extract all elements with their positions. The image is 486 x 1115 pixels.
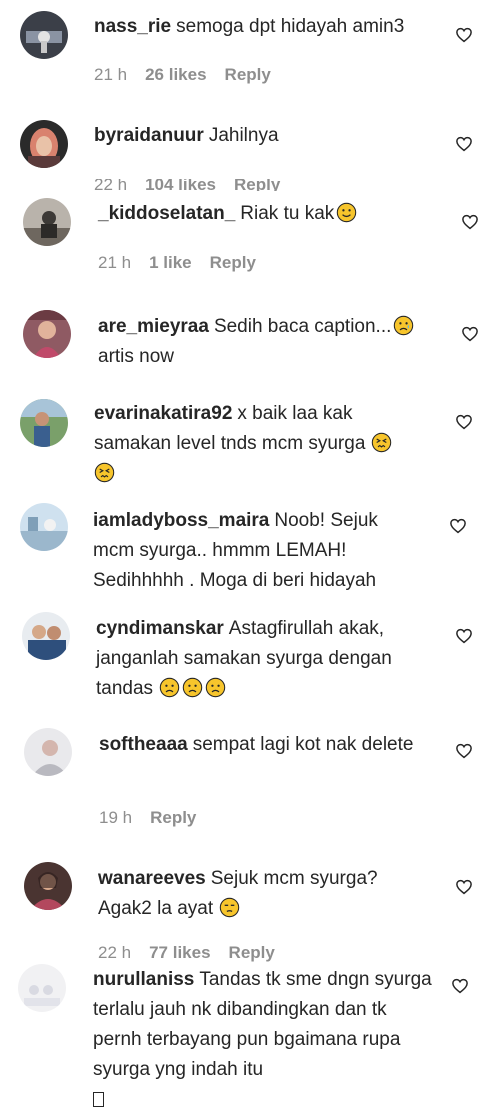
avatar[interactable] <box>23 310 71 358</box>
avatar[interactable] <box>20 11 68 59</box>
comment-username[interactable]: wanareeves <box>98 868 206 889</box>
avatar[interactable] <box>23 198 71 246</box>
heart-icon[interactable] <box>461 213 479 231</box>
comment-username[interactable]: cyndimanskar <box>96 618 224 639</box>
heart-icon[interactable] <box>449 517 467 535</box>
comment-time: 21 h <box>94 65 128 84</box>
avatar[interactable] <box>18 964 66 1012</box>
comment-text: Sedih baca caption... <box>213 316 392 337</box>
comment-body: nass_rie semoga dpt hidayah amin3 <box>94 12 434 42</box>
reply-button[interactable]: Reply <box>229 943 275 962</box>
comment-text: sempat lagi kot nak delete <box>192 734 414 755</box>
comment-body: nurullaniss Tandas tk sme dngn syurga ter… <box>93 965 438 1115</box>
comment-time: 22 h <box>94 179 128 191</box>
comment-likes[interactable]: 77 likes <box>149 943 210 962</box>
comment-body: cyndimanskar Astagfirullah akak, janganla… <box>96 614 426 704</box>
frowning-face-icon <box>182 677 203 698</box>
comment-username[interactable]: nass_rie <box>94 16 171 37</box>
comment-username[interactable]: evarinakatira92 <box>94 403 232 424</box>
comment-body: evarinakatira92 x baik laa kak samakan le… <box>94 399 424 489</box>
comment-username[interactable]: nurullaniss <box>93 969 194 990</box>
comment-time: 21 h <box>98 253 132 272</box>
comment-meta: 19 h Reply <box>99 808 214 828</box>
comment-likes[interactable]: 104 likes <box>145 179 216 191</box>
comment-body: byraidanuur Jahilnya <box>94 121 434 151</box>
comment-body: wanareeves Sejuk mcm syurga? Agak2 la aya… <box>98 864 428 924</box>
unamused-face-icon <box>219 897 240 918</box>
comment-username[interactable]: byraidanuur <box>94 125 204 146</box>
frowning-face-icon <box>205 677 226 698</box>
comment-meta: 22 h 104 likes Reply <box>94 179 298 191</box>
avatar[interactable] <box>24 728 72 776</box>
avatar[interactable] <box>20 399 68 447</box>
comment-text: Riak tu kak <box>240 203 335 224</box>
comment-username[interactable]: iamladyboss_maira <box>93 510 269 531</box>
comment-body: softheaaa sempat lagi kot nak delete <box>99 730 429 760</box>
comment-body: iamladyboss_maira Noob! Sejuk mcm syurga.… <box>93 506 423 596</box>
comment-meta: 22 h 77 likes Reply <box>98 943 293 963</box>
avatar[interactable] <box>20 120 68 168</box>
heart-icon[interactable] <box>455 413 473 431</box>
comment-username[interactable]: are_mieyraa <box>98 316 209 337</box>
heart-icon[interactable] <box>455 742 473 760</box>
comment-body: are_mieyraa Sedih baca caption... artis n… <box>98 312 438 372</box>
crying-face-icon <box>393 315 414 336</box>
comment-time: 19 h <box>99 808 133 827</box>
slightly-smiling-face-icon <box>336 202 357 223</box>
avatar[interactable] <box>22 612 70 660</box>
reply-button[interactable]: Reply <box>225 65 271 84</box>
heart-icon[interactable] <box>455 878 473 896</box>
missing-glyph-icon <box>93 1092 104 1107</box>
heart-icon[interactable] <box>455 135 473 153</box>
heart-icon[interactable] <box>451 977 469 995</box>
comment-meta: 21 h 26 likes Reply <box>94 65 289 85</box>
avatar[interactable] <box>24 862 72 910</box>
heart-icon[interactable] <box>461 325 479 343</box>
avatar[interactable] <box>20 503 68 551</box>
persevering-face-icon <box>371 432 392 453</box>
comment-text: Jahilnya <box>208 125 279 146</box>
comment-username[interactable]: softheaaa <box>99 734 188 755</box>
comment-body: _kiddoselatan_ Riak tu kak <box>98 199 438 229</box>
frowning-face-icon <box>159 677 180 698</box>
comment-username[interactable]: _kiddoselatan_ <box>98 203 235 224</box>
heart-icon[interactable] <box>455 627 473 645</box>
reply-button[interactable]: Reply <box>234 179 280 191</box>
persevering-face-icon <box>94 462 115 483</box>
comment-text: semoga dpt hidayah amin3 <box>176 16 405 37</box>
comment-meta-clipped: 22 h 104 likes Reply <box>0 179 486 191</box>
comment-text-line2: artis now <box>98 346 175 367</box>
heart-icon[interactable] <box>455 26 473 44</box>
comment-likes[interactable]: 26 likes <box>145 65 206 84</box>
comment-time: 22 h <box>98 943 132 962</box>
reply-button[interactable]: Reply <box>210 253 256 272</box>
comment-likes[interactable]: 1 like <box>149 253 192 272</box>
reply-button[interactable]: Reply <box>150 808 196 827</box>
comment-meta: 21 h 1 like Reply <box>98 253 274 273</box>
